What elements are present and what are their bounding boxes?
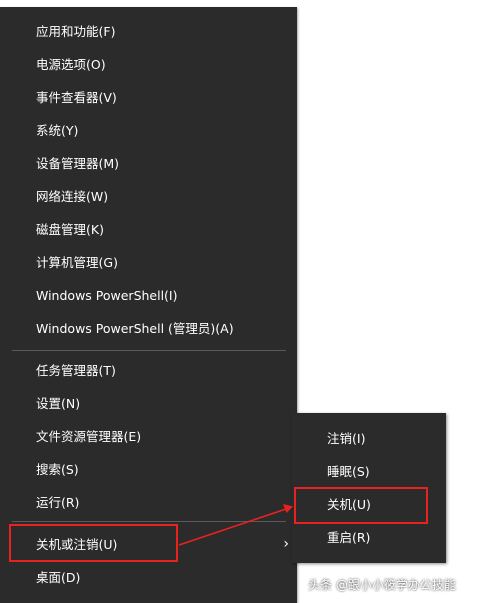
submenu-item-sign-out[interactable]: 注销(I) — [292, 422, 446, 455]
menu-item-label: Windows PowerShell(I) — [36, 288, 178, 303]
menu-item-label: Windows PowerShell (管理员)(A) — [36, 321, 234, 336]
submenu-item-restart[interactable]: 重启(R) — [292, 521, 446, 554]
menu-item-network-connections[interactable]: 网络连接(W) — [0, 180, 297, 213]
menu-item-label: 任务管理器(T) — [36, 363, 116, 378]
menu-item-label: 电源选项(O) — [36, 57, 106, 72]
menu-item-event-viewer[interactable]: 事件查看器(V) — [0, 81, 297, 114]
quick-link-menu: 应用和功能(F) 电源选项(O) 事件查看器(V) 系统(Y) 设备管理器(M)… — [0, 7, 297, 603]
menu-item-label: 磁盘管理(K) — [36, 222, 104, 237]
menu-item-label: 搜索(S) — [36, 462, 79, 477]
menu-item-search[interactable]: 搜索(S) — [0, 453, 297, 486]
submenu-item-label: 注销(I) — [327, 431, 366, 446]
menu-item-powershell[interactable]: Windows PowerShell(I) — [0, 279, 297, 312]
menu-separator — [12, 350, 286, 351]
highlight-box-shutdown-or-sign-out — [9, 524, 178, 562]
menu-item-disk-management[interactable]: 磁盘管理(K) — [0, 213, 297, 246]
menu-item-computer-management[interactable]: 计算机管理(G) — [0, 246, 297, 279]
menu-item-label: 网络连接(W) — [36, 189, 109, 204]
menu-item-system[interactable]: 系统(Y) — [0, 114, 297, 147]
submenu-item-sleep[interactable]: 睡眠(S) — [292, 455, 446, 488]
menu-item-label: 设备管理器(M) — [36, 156, 120, 171]
highlight-box-shut-down — [294, 487, 428, 524]
menu-item-label: 应用和功能(F) — [36, 24, 116, 39]
menu-item-powershell-admin[interactable]: Windows PowerShell (管理员)(A) — [0, 312, 297, 345]
watermark: 头条 @跟小小筱学办公技能 — [308, 578, 456, 592]
menu-item-file-explorer[interactable]: 文件资源管理器(E) — [0, 420, 297, 453]
menu-item-label: 计算机管理(G) — [36, 255, 118, 270]
menu-item-task-manager[interactable]: 任务管理器(T) — [0, 354, 297, 387]
menu-item-label: 运行(R) — [36, 495, 80, 510]
screenshot-stage: 应用和功能(F) 电源选项(O) 事件查看器(V) 系统(Y) 设备管理器(M)… — [0, 0, 496, 603]
menu-item-label: 系统(Y) — [36, 123, 79, 138]
menu-item-apps-and-features[interactable]: 应用和功能(F) — [0, 15, 297, 48]
menu-separator — [12, 521, 286, 522]
menu-item-label: 设置(N) — [36, 396, 81, 411]
menu-item-desktop[interactable]: 桌面(D) — [0, 561, 297, 594]
menu-item-settings[interactable]: 设置(N) — [0, 387, 297, 420]
submenu-item-label: 重启(R) — [327, 530, 371, 545]
chevron-right-icon: › — [283, 536, 289, 552]
menu-item-power-options[interactable]: 电源选项(O) — [0, 48, 297, 81]
menu-item-label: 桌面(D) — [36, 570, 81, 585]
submenu-item-label: 睡眠(S) — [327, 464, 370, 479]
menu-item-device-manager[interactable]: 设备管理器(M) — [0, 147, 297, 180]
menu-item-run[interactable]: 运行(R) — [0, 486, 297, 519]
menu-item-label: 事件查看器(V) — [36, 90, 117, 105]
menu-item-label: 文件资源管理器(E) — [36, 429, 142, 444]
